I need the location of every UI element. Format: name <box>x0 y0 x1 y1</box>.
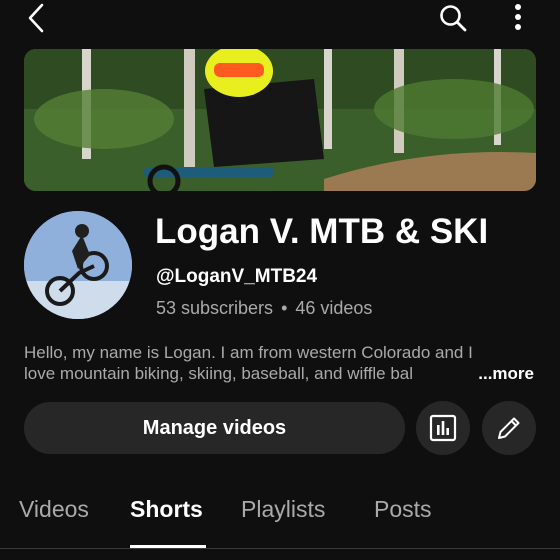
search-icon[interactable] <box>436 1 470 35</box>
channel-handle: @LoganV_MTB24 <box>156 266 318 287</box>
tab-playlists[interactable]: Playlists <box>241 496 325 523</box>
channel-name: Logan V. MTB & SKI <box>155 212 489 251</box>
more-link[interactable]: ...more <box>456 363 534 384</box>
more-vertical-icon[interactable] <box>506 2 530 32</box>
channel-tabs: Videos Shorts Playlists Posts <box>0 496 560 548</box>
channel-stats: 53 subscribers • 46 videos <box>156 298 372 319</box>
analytics-button[interactable] <box>416 401 470 455</box>
description-line-1: Hello, my name is Logan. I am from weste… <box>24 343 473 362</box>
subscriber-count: 53 subscribers <box>156 298 274 318</box>
channel-banner <box>24 49 536 191</box>
tab-shorts[interactable]: Shorts <box>130 496 203 523</box>
channel-avatar[interactable] <box>24 211 132 319</box>
channel-description[interactable]: Hello, my name is Logan. I am from weste… <box>24 342 536 384</box>
back-arrow-icon[interactable] <box>20 2 52 34</box>
tab-posts[interactable]: Posts <box>374 496 432 523</box>
tab-videos[interactable]: Videos <box>19 496 89 523</box>
video-count: 46 videos <box>295 298 373 318</box>
stats-separator: • <box>281 298 288 318</box>
pencil-icon <box>495 414 523 442</box>
tabs-divider <box>0 548 560 549</box>
analytics-icon <box>429 414 457 442</box>
manage-videos-button[interactable]: Manage videos <box>24 402 405 454</box>
edit-button[interactable] <box>482 401 536 455</box>
